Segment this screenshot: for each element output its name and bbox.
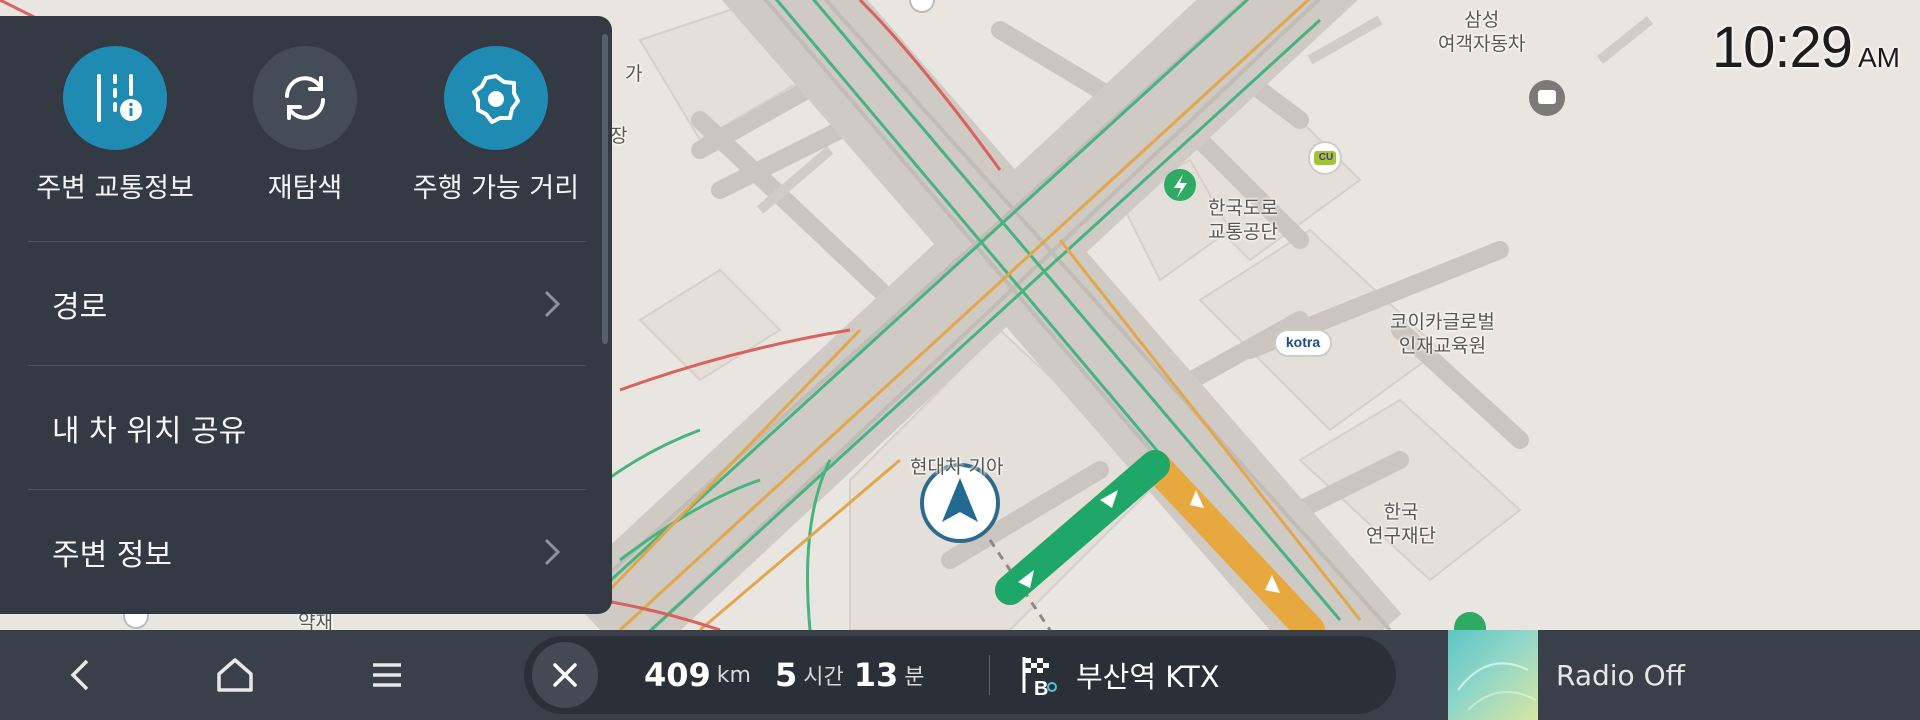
menu-item-label: 경로 <box>52 289 108 325</box>
cancel-route-button[interactable] <box>532 642 598 708</box>
back-icon <box>70 659 89 691</box>
map-label-jang: 장 <box>610 125 628 147</box>
map-label-ga: 가 <box>625 63 643 85</box>
destination-flag-icon: B <box>1022 657 1057 697</box>
traffic-info-icon <box>63 46 167 150</box>
reroute-icon <box>253 46 357 150</box>
clock-time: 10:29 <box>1711 15 1853 80</box>
map-label-line: 코이카글로벌 <box>1390 311 1495 333</box>
menu-item-route[interactable]: 경로 <box>28 241 586 365</box>
distance-unit: km <box>716 662 751 688</box>
back-button[interactable] <box>25 630 135 720</box>
quick-button-label: 주변 교통정보 <box>36 173 194 204</box>
route-summary: 409 km 5 시간 13 분 <box>644 636 925 714</box>
menu-item-label: 주변 정보 <box>52 537 172 573</box>
divider <box>989 655 990 695</box>
close-icon <box>553 663 577 687</box>
radio-album-art[interactable] <box>1448 630 1538 720</box>
bus-stop-icon <box>1529 80 1565 116</box>
destination-name: 부산역 KTX <box>1076 660 1220 694</box>
map-label-line: 인재교육원 <box>1398 335 1487 357</box>
menu-item-share-location[interactable]: 내 차 위치 공유 <box>28 365 586 489</box>
range-icon <box>444 46 548 150</box>
home-icon <box>217 658 253 692</box>
kotra-label: kotra <box>1285 334 1321 350</box>
nearby-traffic-button[interactable]: 주변 교통정보 <box>15 46 215 205</box>
destination: B 부산역 KTX <box>989 636 1220 714</box>
route-guidance-pill[interactable]: 409 km 5 시간 13 분 B 부산역 KTX <box>524 636 1396 714</box>
map-label-line: 여객자동차 <box>1438 33 1526 55</box>
map-label-line: 교통공단 <box>1208 221 1278 243</box>
menu-item-label: 내 차 위치 공유 <box>52 413 247 449</box>
hours-unit: 시간 <box>803 665 844 690</box>
reroute-button[interactable]: 재탐색 <box>205 46 405 205</box>
map-label-kec: 한국도로 교통공단 <box>1208 196 1278 244</box>
quick-button-label: 재탐색 <box>267 173 343 204</box>
hours-value: 5 <box>774 656 798 694</box>
chevron-right-icon <box>544 538 561 565</box>
map-label-samsung: 삼성 여객자동차 <box>1438 8 1525 56</box>
radio-status[interactable]: Radio Off <box>1556 630 1685 720</box>
quick-button-label: 주행 가능 거리 <box>412 173 580 204</box>
menu-button[interactable] <box>332 630 442 720</box>
chevron-right-icon <box>544 290 561 317</box>
hamburger-icon <box>373 663 401 687</box>
navigation-menu-panel: 주변 교통정보 재탐색 주행 가능 거리 경로 내 차 위치 공유 주변 정보 <box>0 16 612 614</box>
driving-range-button[interactable]: 주행 가능 거리 <box>396 46 596 205</box>
map-label-line: 연구재단 <box>1366 525 1436 547</box>
map-label-koica: 코이카글로벌 인재교육원 <box>1390 310 1495 358</box>
map-label-line: 한국 <box>1383 501 1419 523</box>
clock-ampm: AM <box>1858 42 1900 73</box>
menu-scrollbar[interactable] <box>602 34 608 344</box>
home-button[interactable] <box>180 630 290 720</box>
cu-label: CU <box>1318 152 1334 163</box>
clock: 10:29 AM <box>1712 14 1900 81</box>
distance-value: 409 <box>644 656 711 694</box>
map-label-line: 삼성 <box>1464 9 1500 31</box>
ev-charger-icon <box>1164 169 1196 201</box>
map-label-hyundai: 현대차 기아 <box>910 456 1004 478</box>
menu-item-nearby-info[interactable]: 주변 정보 <box>28 489 586 613</box>
minutes-unit: 분 <box>904 665 925 690</box>
minutes-value: 13 <box>853 656 899 694</box>
bottom-bar: 409 km 5 시간 13 분 B 부산역 KTX Radio Off <box>0 630 1920 720</box>
map-label-line: 한국도로 <box>1208 197 1278 219</box>
map-label-kr: 한국 연구재단 <box>1366 500 1436 548</box>
destination-badge: B <box>1034 678 1048 697</box>
